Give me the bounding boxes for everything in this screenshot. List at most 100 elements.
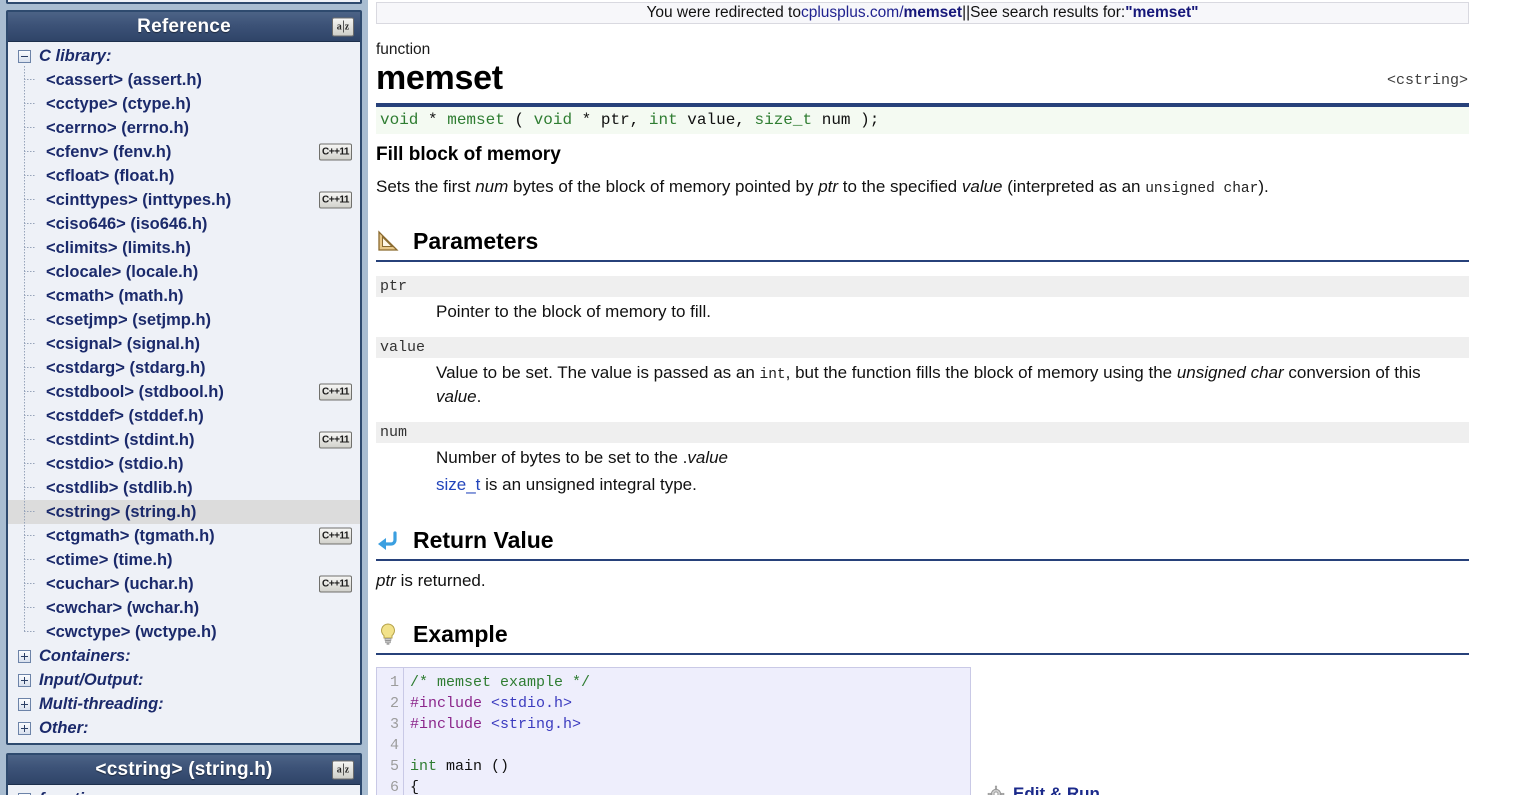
type-link[interactable]: size_t bbox=[436, 475, 480, 494]
desc-code-unsigned-char: unsigned char bbox=[1145, 180, 1259, 197]
sig-star-1: * bbox=[418, 110, 448, 129]
sig-open-paren: ( bbox=[504, 110, 534, 129]
tree-item-label: <cfloat> (float.h) bbox=[46, 166, 175, 185]
section-header: Example bbox=[376, 621, 1469, 655]
tree-line-icon bbox=[18, 162, 36, 190]
tree-item-row[interactable]: <cmath> (math.h) bbox=[8, 282, 360, 310]
sidebar-panel-clipped-top bbox=[6, 0, 362, 4]
tree-item-row[interactable]: <cstdio> (stdio.h) bbox=[8, 450, 360, 478]
section-example: Example 1 2 3 4 5 6 /* memset example */ #incl… bbox=[376, 621, 1469, 795]
tree-line-icon bbox=[18, 498, 36, 526]
tree-line-icon bbox=[18, 90, 36, 118]
edit-and-run-button[interactable]: Edit & Run bbox=[987, 784, 1100, 795]
tree-item-label: <cstdlib> (stdlib.h) bbox=[46, 478, 193, 497]
tree-item-row[interactable]: <cfenv> (fenv.h) C++11 bbox=[8, 138, 360, 166]
tree-item-row[interactable]: <cstring> (string.h) bbox=[8, 498, 360, 526]
tree-line-icon bbox=[18, 426, 36, 454]
tree-item-label: <csignal> (signal.h) bbox=[46, 334, 201, 353]
tree-item-row[interactable]: <ctgmath> (tgmath.h) C++11 bbox=[8, 522, 360, 550]
param-text: is an unsigned integral type. bbox=[480, 474, 697, 494]
example-code-block[interactable]: 1 2 3 4 5 6 /* memset example */ #include <std… bbox=[376, 666, 1100, 795]
panel-header-cstring[interactable]: <cstring> (string.h) az bbox=[8, 755, 360, 785]
tree-item-label: <cstdio> (stdio.h) bbox=[46, 454, 184, 473]
return-arrow-icon bbox=[376, 528, 400, 552]
tree-item-row[interactable]: <cinttypes> (inttypes.h) C++11 bbox=[8, 186, 360, 214]
tree-item-row[interactable]: <cfloat> (float.h) bbox=[8, 162, 360, 190]
tree-item-label: <climits> (limits.h) bbox=[46, 238, 191, 257]
desc-em-num: num bbox=[475, 176, 509, 196]
page-title: memset bbox=[376, 59, 503, 97]
tree-item-row[interactable]: <cwchar> (wchar.h) bbox=[8, 594, 360, 622]
tree-line-icon bbox=[18, 234, 36, 262]
tree-group-row[interactable]: Containers: bbox=[8, 644, 360, 668]
expand-plus-icon[interactable] bbox=[18, 721, 31, 735]
tree-item-row[interactable]: <cstdbool> (stdbool.h) C++11 bbox=[8, 378, 360, 406]
tree-item-row[interactable]: <climits> (limits.h) bbox=[8, 234, 360, 262]
tree-group-row[interactable]: functions: bbox=[8, 787, 360, 795]
alphabetical-index-icon[interactable]: az bbox=[332, 760, 354, 779]
tree-item-row[interactable]: <cassert> (assert.h) bbox=[8, 66, 360, 94]
tree-item-row[interactable]: <cuchar> (uchar.h) C++11 bbox=[8, 570, 360, 598]
expand-plus-icon[interactable] bbox=[18, 649, 31, 663]
parameter-name: ptr bbox=[376, 275, 1469, 297]
tree-item-row[interactable]: <cerrno> (errno.h) bbox=[8, 114, 360, 142]
tree-item-label: <cinttypes> (inttypes.h) bbox=[46, 190, 232, 209]
section-header: Parameters bbox=[376, 228, 1469, 262]
tree-item-label: <csetjmp> (setjmp.h) bbox=[46, 310, 212, 329]
tree-item-row[interactable]: <cstdarg> (stdarg.h) bbox=[8, 354, 360, 382]
line-number: 3 bbox=[389, 715, 399, 733]
entity-kind: function bbox=[376, 41, 431, 58]
parameter-description: size_t is an unsigned integral type. bbox=[436, 474, 1469, 497]
tree-line-icon bbox=[18, 66, 36, 94]
tree-group-row[interactable]: Other: bbox=[8, 716, 360, 740]
tree-item-row[interactable]: <cstdlib> (stdlib.h) bbox=[8, 474, 360, 502]
redirect-prefix: You were redirected to bbox=[646, 4, 801, 21]
param-text: Value to be set. The value is passed as … bbox=[436, 363, 760, 383]
code-content[interactable]: /* memset example */#include <stdio.h> #i… bbox=[403, 667, 970, 795]
function-signature: void * memset ( void * ptr, int value, s… bbox=[376, 106, 1469, 134]
param-emphasis: value bbox=[436, 386, 477, 406]
tree-line-icon bbox=[18, 282, 36, 310]
desc-t3: to the specified bbox=[838, 176, 962, 196]
tree-group-row[interactable]: Multi-threading: bbox=[8, 692, 360, 716]
tree-item-row[interactable]: <clocale> (locale.h) bbox=[8, 258, 360, 286]
alphabetical-index-icon[interactable]: az bbox=[332, 17, 354, 36]
tree-item-row[interactable]: <ciso646> (iso646.h) bbox=[8, 210, 360, 238]
tree-item-row[interactable]: <cstdint> (stdint.h) C++11 bbox=[8, 426, 360, 454]
tree-item-row[interactable]: <cstddef> (stddef.h) bbox=[8, 402, 360, 430]
long-description: Sets the first num bytes of the block of… bbox=[376, 176, 1469, 198]
search-results-link[interactable]: "memset" bbox=[1125, 4, 1198, 22]
tree-item-row[interactable]: <ctime> (time.h) bbox=[8, 546, 360, 574]
tree-item-label: <cassert> (assert.h) bbox=[46, 70, 202, 89]
code-comment: /* memset example */ bbox=[410, 673, 591, 691]
tree-item-label: <ciso646> (iso646.h) bbox=[46, 214, 208, 233]
parameter-description: Pointer to the block of memory to fill. bbox=[436, 301, 1469, 324]
tree-group-row[interactable]: Input/Output: bbox=[8, 668, 360, 692]
tree-item-row[interactable]: <cwctype> (wctype.h) bbox=[8, 618, 360, 644]
tree-item-row[interactable]: <csetjmp> (setjmp.h) bbox=[8, 306, 360, 334]
desc-t1: Sets the first bbox=[376, 176, 476, 196]
collapse-minus-icon[interactable] bbox=[18, 49, 31, 63]
tree-line-icon bbox=[18, 354, 36, 382]
tree-line-icon bbox=[18, 546, 36, 574]
code-line-numbers: 1 2 3 4 5 6 bbox=[377, 667, 403, 795]
param-emphasis: value bbox=[687, 448, 729, 468]
tree-item-row[interactable]: <csignal> (signal.h) bbox=[8, 330, 360, 358]
cpp11-badge: C++11 bbox=[319, 431, 352, 449]
sig-param1-star: * bbox=[572, 110, 601, 129]
tree-line-icon bbox=[18, 210, 36, 238]
tree-item-row[interactable]: <cctype> (ctype.h) bbox=[8, 90, 360, 118]
cpp11-badge: C++11 bbox=[319, 527, 352, 545]
param-text: Pointer to the block of memory to fill. bbox=[436, 301, 711, 321]
expand-plus-icon[interactable] bbox=[18, 697, 31, 711]
expand-plus-icon[interactable] bbox=[18, 673, 31, 687]
tree-group-row[interactable]: C library: bbox=[8, 44, 360, 68]
section-title: Parameters bbox=[413, 227, 539, 254]
tree-item-label: <cstddef> (stddef.h) bbox=[46, 406, 204, 425]
redirect-link[interactable]: cplusplus.com/memset bbox=[801, 4, 962, 22]
parameter-description: Number of bytes to be set to the .value bbox=[436, 447, 1469, 470]
gear-icon bbox=[987, 785, 1005, 795]
return-value-text: ptr is returned. bbox=[376, 571, 1469, 591]
panel-header-reference[interactable]: Reference az bbox=[8, 12, 360, 42]
cpp11-badge: C++11 bbox=[319, 383, 352, 401]
